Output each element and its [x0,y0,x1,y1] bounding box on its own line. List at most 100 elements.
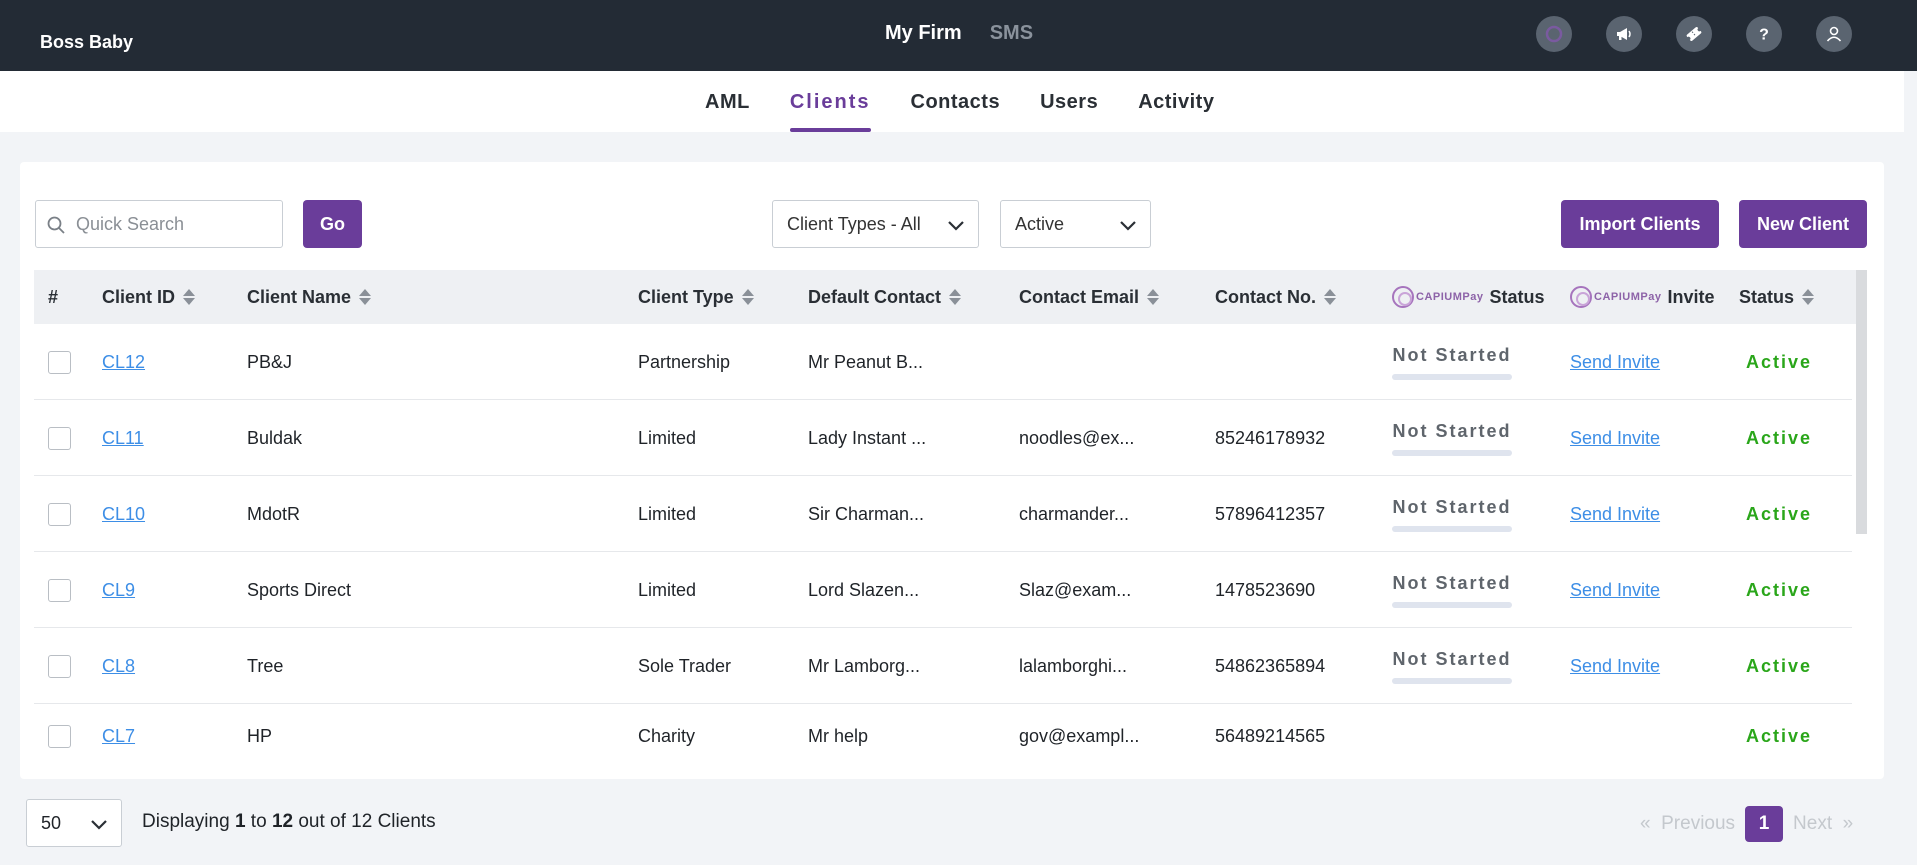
megaphone-icon[interactable] [1606,16,1642,52]
table-row[interactable]: CL7 HP Charity Mr help gov@exampl... 564… [34,704,1852,768]
col-contact-no-label: Contact No. [1215,286,1316,307]
tab-users[interactable]: Users [1040,91,1098,132]
col-default-contact[interactable]: Default Contact [808,270,962,324]
status-badge: Active [1746,579,1813,600]
col-client-id[interactable]: Client ID [102,270,196,324]
client-type: Sole Trader [638,655,732,676]
client-id-link[interactable]: CL12 [102,352,145,373]
client-type: Partnership [638,351,731,372]
row-checkbox[interactable] [48,724,71,748]
nav-sms[interactable]: SMS [990,22,1033,45]
search-icon [47,216,65,234]
page-size-select[interactable]: 50 [26,799,122,847]
row-checkbox[interactable] [48,502,71,526]
client-name: Sports Direct [247,579,352,600]
client-id-link[interactable]: CL7 [102,726,135,747]
client-id-link[interactable]: CL10 [102,504,145,525]
pay-status-bar [1392,373,1512,380]
ticket-icon[interactable] [1676,16,1712,52]
client-name: Tree [247,655,284,676]
help-icon[interactable]: ? [1746,16,1782,52]
col-client-name-label: Client Name [247,286,352,307]
sort-icon[interactable] [741,288,754,306]
table-scrollbar[interactable] [1856,270,1867,534]
col-contact-email[interactable]: Contact Email [1019,270,1160,324]
tab-aml[interactable]: AML [705,91,750,132]
default-contact: Lady Instant ... [808,427,927,448]
client-name: HP [247,725,273,746]
send-invite-link[interactable]: Send Invite [1570,504,1660,525]
row-checkbox[interactable] [48,654,71,678]
default-contact: Mr Lamborg... [808,655,921,676]
search-input[interactable] [76,211,276,237]
send-invite-link[interactable]: Send Invite [1570,352,1660,373]
sort-icon[interactable] [949,288,962,306]
col-capium-invite-label: Invite [1667,286,1715,307]
sort-icon[interactable] [1802,288,1815,306]
row-checkbox[interactable] [48,578,71,602]
status-badge: Active [1746,725,1813,746]
search-box[interactable] [35,200,283,248]
send-invite-link[interactable]: Send Invite [1570,656,1660,677]
tab-activity[interactable]: Activity [1138,91,1214,132]
client-type: Charity [638,725,696,746]
table-header: # Client ID Client Name Client Type Defa… [34,270,1865,324]
contact-email: gov@exampl... [1019,725,1140,746]
col-capium-invite: CAPIUMPay Invite [1570,270,1714,324]
table-row[interactable]: CL11 Buldak Limited Lady Instant ... noo… [34,400,1852,476]
col-capium-status: CAPIUMPay Status [1392,270,1544,324]
sort-icon[interactable] [183,288,196,306]
pay-status: Not Started [1392,421,1512,456]
capium-pay-logo: CAPIUMPay [1392,286,1483,308]
sort-icon[interactable] [1324,288,1336,306]
pay-status: Not Started [1392,649,1512,684]
top-bar: Boss Baby My Firm SMS ? [0,0,1917,71]
table-row[interactable]: CL12 PB&J Partnership Mr Peanut B... Not… [34,324,1852,400]
pay-status: Not Started [1392,497,1512,532]
table-row[interactable]: CL9 Sports Direct Limited Lord Slazen...… [34,552,1852,628]
import-clients-button[interactable]: Import Clients [1561,200,1719,248]
nav-my-firm[interactable]: My Firm [885,22,962,45]
page-1-button[interactable]: 1 [1745,806,1784,842]
new-client-button[interactable]: New Client [1739,200,1867,248]
col-contact-no[interactable]: Contact No. [1215,270,1336,324]
status-badge: Active [1746,427,1813,448]
tab-clients[interactable]: Clients [789,91,871,132]
col-num: # [48,286,59,307]
go-button[interactable]: Go [303,200,362,248]
client-types-select[interactable]: Client Types - All [772,200,979,248]
contact-no: 56489214565 [1215,725,1326,746]
row-checkbox[interactable] [48,426,71,450]
client-id-link[interactable]: CL11 [102,428,144,449]
capium-icon[interactable] [1536,16,1572,52]
row-checkbox[interactable] [48,350,71,374]
contact-email: lalamborghi... [1019,655,1128,676]
status-select[interactable]: Active [1000,200,1151,248]
send-invite-link[interactable]: Send Invite [1570,580,1660,601]
page-size-value: 50 [41,812,62,833]
table-row[interactable]: CL8 Tree Sole Trader Mr Lamborg... lalam… [34,628,1852,704]
next-button[interactable]: Next » [1793,813,1853,835]
pay-status: Not Started [1392,573,1512,608]
capium-logo-icon [1392,286,1414,308]
user-icon[interactable] [1816,16,1852,52]
sort-icon[interactable] [1147,288,1160,306]
col-client-name[interactable]: Client Name [247,270,372,324]
previous-button[interactable]: « Previous [1640,813,1735,835]
client-id-link[interactable]: CL9 [102,580,135,601]
pay-status-bar [1392,677,1512,684]
table-row[interactable]: CL10 MdotR Limited Sir Charman... charma… [34,476,1852,552]
contact-no: 1478523690 [1215,579,1316,600]
client-id-link[interactable]: CL8 [102,656,135,677]
top-nav: My Firm SMS [885,22,1033,45]
sort-icon[interactable] [359,288,372,306]
col-client-id-label: Client ID [102,286,176,307]
tab-contacts[interactable]: Contacts [911,91,1001,132]
col-capium-status-label: Status [1489,286,1545,307]
contact-email: noodles@ex... [1019,427,1135,448]
send-invite-link[interactable]: Send Invite [1570,428,1660,449]
capium-logo-icon [1570,286,1592,308]
col-client-type[interactable]: Client Type [638,270,754,324]
col-status[interactable]: Status [1739,270,1815,324]
col-default-contact-label: Default Contact [808,286,942,307]
